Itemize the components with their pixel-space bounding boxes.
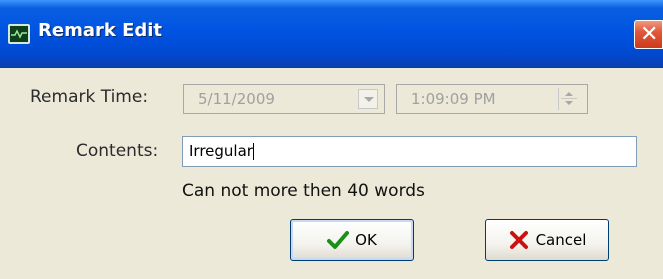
close-button[interactable]: ✕ (634, 20, 663, 49)
contents-input[interactable]: Irregular (182, 136, 637, 167)
spin-up-icon[interactable] (565, 92, 573, 96)
contents-value: Irregular (189, 142, 253, 160)
spin-divider (561, 98, 577, 99)
title-bar[interactable]: Remark Edit ✕ (0, 0, 663, 68)
cancel-label: Cancel (535, 231, 587, 249)
remark-time-label: Remark Time: (30, 87, 149, 107)
date-picker[interactable]: 5/11/2009 (183, 84, 385, 114)
time-value: 1:09:09 PM (411, 90, 496, 108)
dialog-title: Remark Edit (38, 20, 163, 41)
contents-label: Contents: (76, 141, 159, 161)
hint-text: Can not more then 40 words (182, 181, 425, 201)
chart-icon (8, 24, 30, 44)
text-cursor (252, 143, 254, 160)
checkmark-icon (327, 230, 350, 250)
chevron-down-icon[interactable] (358, 89, 378, 109)
spin-down-icon[interactable] (565, 101, 573, 105)
time-picker[interactable]: 1:09:09 PM (396, 84, 588, 114)
cancel-button[interactable]: Cancel (485, 219, 609, 261)
date-value: 5/11/2009 (198, 90, 275, 108)
close-icon: ✕ (640, 22, 659, 47)
time-spinner[interactable] (558, 88, 581, 110)
ok-label: OK (355, 231, 377, 249)
ok-button[interactable]: OK (290, 219, 414, 261)
remark-edit-dialog: Remark Edit ✕ Remark Time: 5/11/2009 1:0… (0, 0, 663, 279)
x-mark-icon (508, 230, 530, 250)
